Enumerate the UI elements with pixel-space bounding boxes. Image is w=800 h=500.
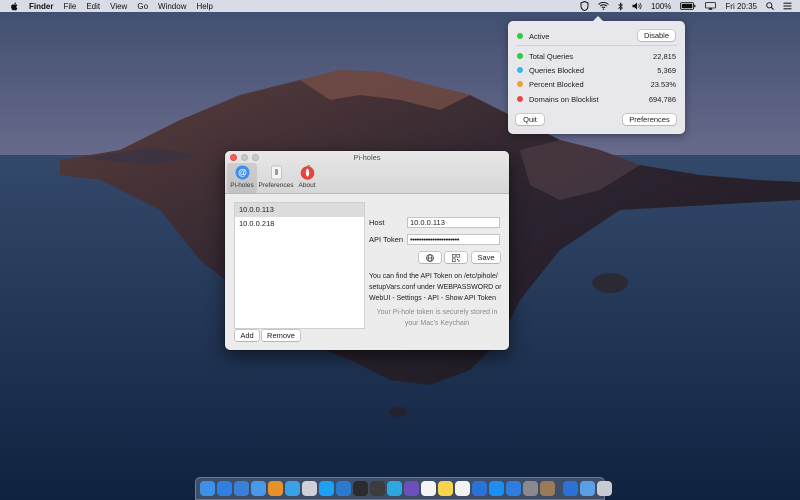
stat-value: 23.53%: [650, 79, 676, 89]
stat-label: Percent Blocked: [529, 79, 584, 89]
stat-row-queries-blocked: Queries Blocked 5,369: [517, 65, 676, 75]
stat-label: Total Queries: [529, 51, 574, 61]
system-preferences-icon[interactable]: [523, 481, 538, 496]
scan-qr-code-button[interactable]: [445, 252, 467, 263]
dock: [195, 477, 612, 500]
stat-dot: [517, 67, 523, 73]
battery-percent[interactable]: 100%: [651, 2, 671, 11]
globe-icon: [426, 253, 434, 262]
host-field[interactable]: 10.0.0.113: [407, 217, 500, 228]
tab-label: About: [298, 182, 316, 189]
api-token-label: API Token: [369, 235, 404, 244]
pi-holes-window: Pi-holes @ Pi-holes Preferences About 10…: [225, 151, 509, 350]
twitter-icon[interactable]: [319, 481, 334, 496]
menu-clock[interactable]: Fri 20:35: [725, 2, 757, 11]
menu-go[interactable]: Go: [137, 2, 148, 11]
appstore-blue-icon[interactable]: [506, 481, 521, 496]
apple-icon[interactable]: [10, 1, 18, 11]
list-item[interactable]: 10.0.0.113: [235, 203, 364, 217]
activity-monitor-icon[interactable]: [370, 481, 385, 496]
svg-text:@: @: [238, 168, 247, 178]
tweetbot-icon[interactable]: [285, 481, 300, 496]
api-token-help-text: You can find the API Token on /etc/pihol…: [369, 273, 502, 302]
downloads-icon[interactable]: [580, 481, 595, 496]
stat-row-domains-on-blocklist: Domains on Blocklist 694,786: [517, 94, 676, 104]
github-desktop-icon[interactable]: [404, 481, 419, 496]
airplay-icon[interactable]: [705, 2, 717, 10]
wifi-icon[interactable]: [598, 2, 609, 10]
save-button[interactable]: Save: [472, 252, 500, 263]
1password-mini-icon[interactable]: [563, 481, 578, 496]
battery-icon[interactable]: [680, 2, 696, 10]
menu-bar: Finder File Edit View Go Window Help 100…: [0, 0, 800, 12]
quit-button[interactable]: Quit: [516, 114, 544, 125]
tab-preferences[interactable]: Preferences: [258, 163, 294, 193]
window-title: Pi-holes: [353, 153, 381, 162]
xcode-icon[interactable]: [234, 481, 249, 496]
stat-row-percent-blocked: Percent Blocked 23.53%: [517, 79, 676, 89]
list-item[interactable]: 10.0.0.218: [235, 217, 364, 231]
stat-dot: [517, 81, 523, 87]
telegram-icon[interactable]: [387, 481, 402, 496]
bluetooth-icon[interactable]: [618, 1, 623, 11]
1password-icon[interactable]: [472, 481, 487, 496]
remove-button[interactable]: Remove: [262, 330, 300, 341]
qr-code-icon: [452, 253, 460, 262]
stat-label: Domains on Blocklist: [529, 94, 599, 104]
menu-app-name[interactable]: Finder: [29, 2, 53, 11]
status-label: Active: [529, 31, 550, 41]
pihole-list[interactable]: 10.0.0.113 10.0.0.218: [234, 202, 365, 329]
menu-window[interactable]: Window: [158, 2, 186, 11]
tab-pi-holes[interactable]: @ Pi-holes: [227, 163, 257, 193]
notes-icon[interactable]: [438, 481, 453, 496]
stat-row-total-queries: Total Queries 22,815: [517, 51, 676, 61]
finder-icon[interactable]: [200, 481, 215, 496]
pihole-app-icon[interactable]: [302, 481, 317, 496]
stat-label: Queries Blocked: [529, 65, 585, 75]
pihole-status-icon[interactable]: [580, 1, 589, 11]
stat-value: 694,786: [648, 94, 676, 104]
mail-icon[interactable]: [251, 481, 266, 496]
menu-help[interactable]: Help: [196, 2, 212, 11]
safari-icon[interactable]: [217, 481, 232, 496]
volume-icon[interactable]: [632, 2, 642, 10]
stat-value: 5,369: [657, 65, 676, 75]
at-icon: @: [235, 165, 249, 180]
host-label: Host: [369, 218, 385, 227]
open-web-ui-button[interactable]: [419, 252, 441, 263]
menu-view[interactable]: View: [110, 2, 127, 11]
popover-divider: [516, 45, 677, 46]
calendar-icon[interactable]: [421, 481, 436, 496]
stat-value: 22,815: [653, 51, 676, 61]
status-dot: [517, 33, 523, 39]
pihole-logo-icon: [300, 165, 314, 180]
preferences-button[interactable]: Preferences: [623, 114, 676, 125]
pihole-status-popover: Active Disable Total Queries 22,815 Quer…: [508, 16, 685, 134]
api-token-field[interactable]: ••••••••••••••••••••••: [407, 234, 500, 245]
menu-file[interactable]: File: [63, 2, 76, 11]
tab-label: Pi-holes: [230, 182, 254, 189]
stat-dot: [517, 96, 523, 102]
menu-edit[interactable]: Edit: [86, 2, 100, 11]
switch-icon: [270, 165, 282, 180]
add-button[interactable]: Add: [235, 330, 259, 341]
trash-icon[interactable]: [597, 481, 612, 496]
search-icon[interactable]: [766, 2, 774, 10]
tab-about[interactable]: About: [292, 163, 322, 193]
app-store-icon[interactable]: [489, 481, 504, 496]
vscode-icon[interactable]: [336, 481, 351, 496]
disable-button[interactable]: Disable: [638, 30, 675, 41]
stat-dot: [517, 53, 523, 59]
sublime-icon[interactable]: [268, 481, 283, 496]
box-icon[interactable]: [540, 481, 555, 496]
keychain-note: Your Pi-hole token is securely stored in…: [376, 309, 498, 327]
menu-list-icon[interactable]: [783, 2, 792, 10]
tab-label: Preferences: [258, 182, 294, 189]
window-titlebar[interactable]: Pi-holes @ Pi-holes Preferences About: [225, 151, 509, 194]
terminal-icon[interactable]: [353, 481, 368, 496]
music-icon[interactable]: [455, 481, 470, 496]
